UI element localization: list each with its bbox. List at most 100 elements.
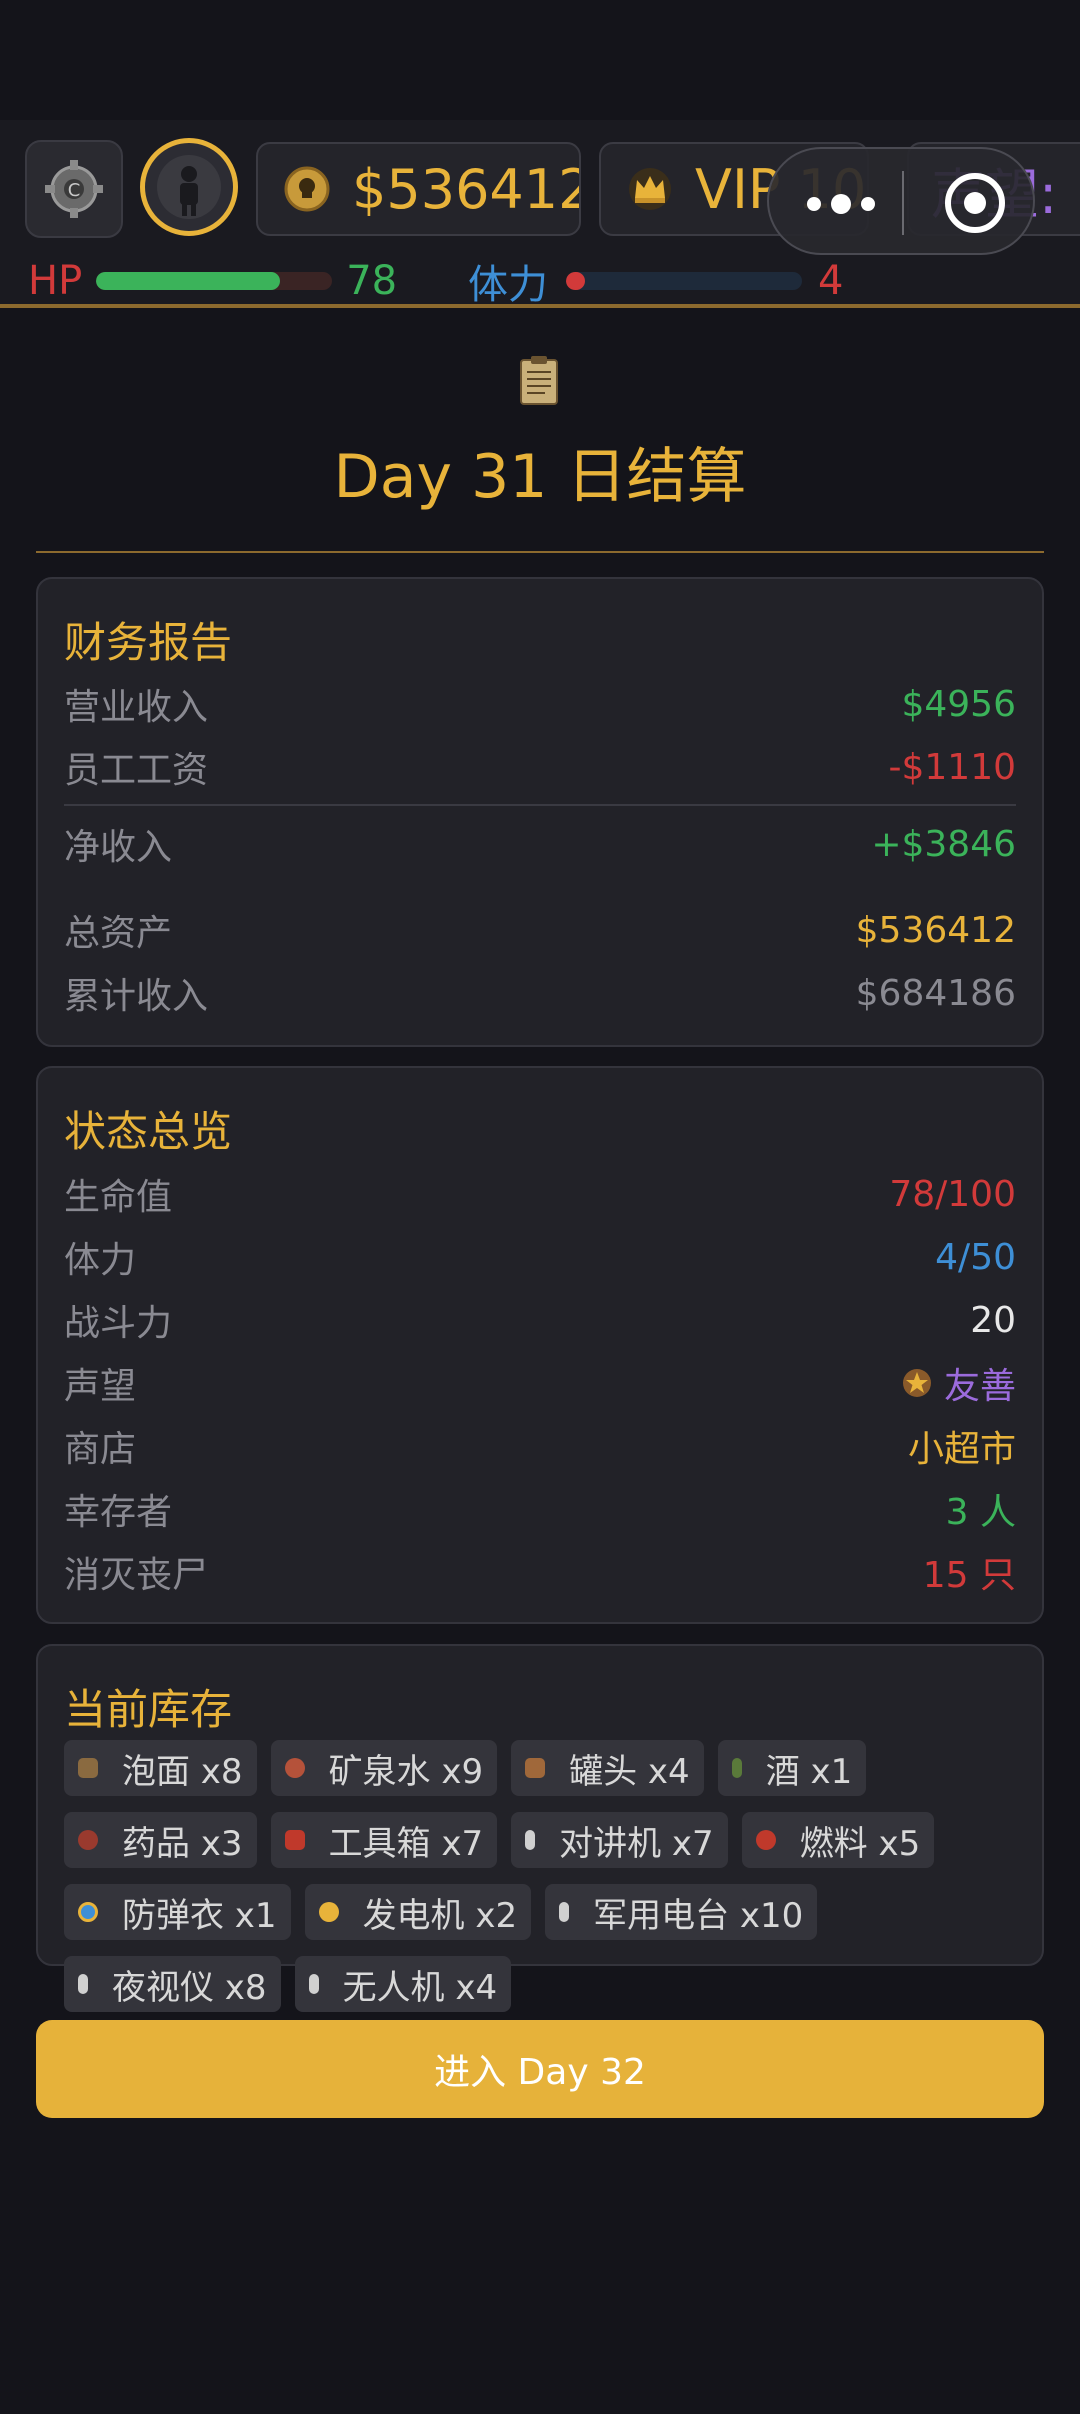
hp-value: 78: [346, 258, 398, 304]
close-miniprogram-icon[interactable]: [945, 173, 1005, 233]
next-day-button[interactable]: 进入 Day 32: [36, 2020, 1044, 2118]
inventory-card: 当前库存 泡面 x8 矿泉水 x9 罐头 x4 酒 x1 药品 x3 工具箱 x…: [36, 1644, 1044, 2012]
status-label: 生命值: [64, 1177, 173, 1218]
finance-value: $684186: [855, 972, 1016, 1014]
inventory-item-label: 矿泉水 x9: [328, 1751, 484, 1792]
can-icon: [525, 1758, 546, 1778]
inventory-item: 无人机 x4: [294, 1956, 512, 2012]
inventory-item-label: 药品 x3: [122, 1823, 243, 1864]
finance-label: 员工工资: [64, 750, 209, 791]
vest-icon: [78, 1902, 98, 1922]
finance-value: -$1110: [888, 746, 1016, 788]
finance-value: $4956: [901, 683, 1016, 725]
finance-row: 净收入 +$3846: [64, 819, 1016, 869]
status-label: 幸存者: [64, 1492, 173, 1533]
status-row: 生命值 78/100: [64, 1169, 1016, 1219]
inventory-item-label: 酒 x1: [765, 1751, 853, 1792]
star-medal-icon: [902, 1369, 931, 1397]
finance-row: 总资产 $536412: [64, 905, 1016, 955]
finance-value: +$3846: [871, 823, 1016, 865]
title-divider: [36, 551, 1044, 553]
inventory-heading: 当前库存: [64, 1685, 233, 1734]
gear-icon: C: [45, 160, 103, 218]
hud-divider: [0, 304, 1080, 308]
night-vision-icon: [78, 1974, 88, 1994]
status-label: 战斗力: [64, 1303, 173, 1344]
inventory-item: 对讲机 x7: [511, 1812, 728, 1868]
status-row: 商店 小超市: [64, 1421, 1016, 1471]
fuel-icon: [755, 1830, 776, 1850]
finance-label: 累计收入: [64, 976, 209, 1017]
status-label: 商店: [64, 1429, 137, 1470]
inventory-item: 罐头 x4: [511, 1740, 704, 1796]
avatar[interactable]: [140, 138, 238, 236]
hp-row: HP 78: [28, 256, 397, 306]
inventory-item-label: 军用电台 x10: [593, 1895, 804, 1936]
skull-coin-icon: [284, 166, 330, 212]
crown-icon: [629, 168, 671, 210]
inventory-item: 夜视仪 x8: [64, 1956, 281, 2012]
status-value: 3 人: [945, 1492, 1016, 1533]
finance-heading: 财务报告: [64, 618, 233, 667]
status-row: 战斗力 20: [64, 1295, 1016, 1345]
inventory-item-label: 罐头 x4: [569, 1751, 690, 1792]
stamina-value: 4: [818, 258, 844, 304]
inventory-item: 泡面 x8: [64, 1740, 257, 1796]
more-menu-button[interactable]: [807, 194, 875, 214]
clipboard-icon: [520, 356, 558, 405]
inventory-item: 燃料 x5: [741, 1812, 935, 1868]
inventory-item-label: 工具箱 x7: [328, 1823, 484, 1864]
walkie-talkie-icon: [525, 1830, 536, 1850]
inventory-item-label: 泡面 x8: [122, 1751, 243, 1792]
inventory-item-label: 无人机 x4: [342, 1967, 498, 2008]
inventory-item: 酒 x1: [717, 1740, 867, 1796]
noodle-icon: [78, 1758, 98, 1778]
settings-button[interactable]: C: [25, 140, 123, 238]
inventory-item: 军用电台 x10: [545, 1884, 818, 1940]
reputation-value-wrap: 友善: [902, 1357, 1016, 1409]
finance-card: 财务报告 营业收入 $4956 员工工资 -$1110 净收入 +$3846 总…: [36, 577, 1044, 1047]
inventory-item: 防弹衣 x1: [64, 1884, 291, 1940]
finance-row: 员工工资 -$1110: [64, 742, 1016, 792]
finance-label: 营业收入: [64, 687, 209, 728]
inventory-list: 泡面 x8 矿泉水 x9 罐头 x4 酒 x1 药品 x3 工具箱 x7 对讲机…: [64, 1740, 1024, 2012]
hp-label: HP: [28, 258, 83, 304]
inventory-item-label: 防弹衣 x1: [122, 1895, 277, 1936]
status-row: 消灭丧尸 15 只: [64, 1547, 1016, 1597]
status-row: 声望 友善: [64, 1358, 1016, 1408]
bottle-icon: [731, 1758, 742, 1778]
finance-label: 总资产: [64, 913, 173, 954]
inventory-item-label: 发电机 x2: [362, 1895, 518, 1936]
stamina-bar: [566, 272, 802, 290]
soldier-avatar-icon: [157, 155, 221, 219]
drone-icon: [308, 1974, 319, 1994]
status-label: 体力: [64, 1240, 137, 1281]
status-value: 15 只: [922, 1555, 1016, 1596]
status-value: 20: [970, 1299, 1016, 1341]
inventory-item: 药品 x3: [64, 1812, 257, 1868]
finance-row: 累计收入 $684186: [64, 968, 1016, 1018]
status-row: 体力 4/50: [64, 1232, 1016, 1282]
inventory-item-label: 燃料 x5: [799, 1823, 921, 1864]
medicine-icon: [78, 1830, 98, 1850]
status-heading: 状态总览: [64, 1107, 233, 1156]
stamina-label: 体力: [468, 262, 548, 308]
finance-value: $536412: [855, 909, 1016, 951]
status-card: 状态总览 生命值 78/100 体力 4/50 战斗力 20 声望 友善 商店 …: [36, 1066, 1044, 1624]
svg-text:C: C: [68, 180, 81, 201]
finance-label: 净收入: [64, 827, 173, 868]
hp-bar: [96, 272, 333, 290]
status-label: 消灭丧尸: [64, 1555, 209, 1596]
money-display: $536412: [256, 142, 581, 236]
status-value: 友善: [943, 1366, 1016, 1407]
inventory-item: 工具箱 x7: [270, 1812, 498, 1868]
status-value: 78/100: [889, 1173, 1016, 1215]
status-value: 4/50: [935, 1236, 1016, 1278]
radio-icon: [559, 1902, 570, 1922]
toolbox-icon: [284, 1830, 305, 1850]
status-label: 声望: [64, 1366, 137, 1407]
inventory-item: 矿泉水 x9: [270, 1740, 498, 1796]
inventory-item-label: 对讲机 x7: [559, 1823, 714, 1864]
mini-program-capsule: [767, 147, 1035, 255]
status-row: 幸存者 3 人: [64, 1484, 1016, 1534]
